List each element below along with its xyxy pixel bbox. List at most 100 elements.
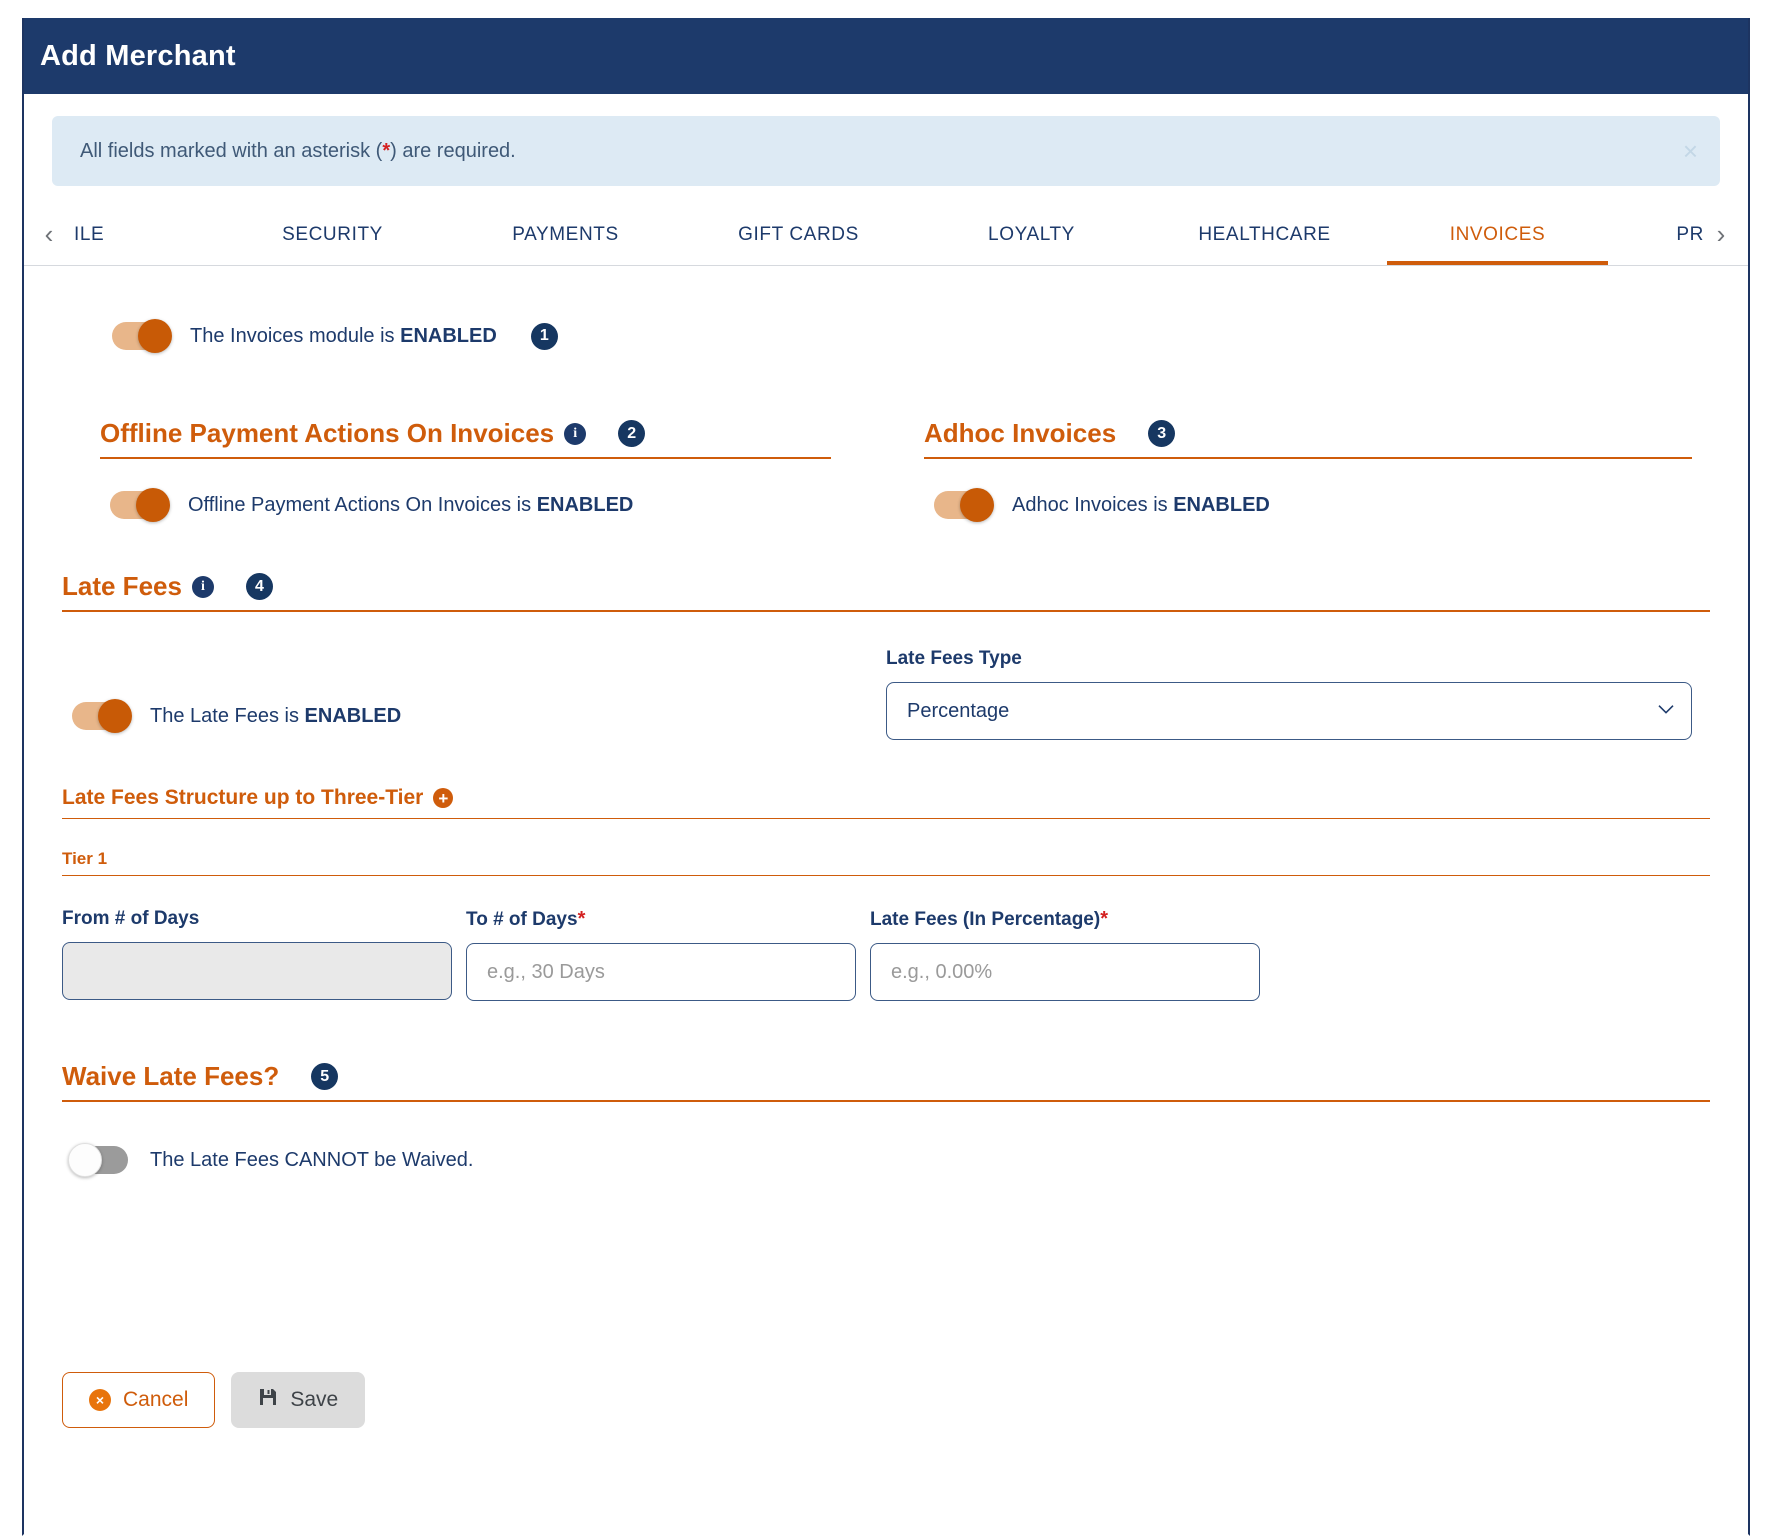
from-days-label: From # of Days [62, 908, 200, 929]
late-fees-percentage-label-text: Late Fees (In Percentage) [870, 909, 1101, 930]
toggle-knob-icon [136, 488, 170, 522]
save-button-label: Save [290, 1388, 339, 1411]
tab-ile[interactable]: ILE [66, 204, 216, 265]
step-badge-4: 4 [245, 573, 273, 600]
invoices-panel: The Invoices module is ENABLED 1 Offline… [24, 319, 1748, 1462]
adhoc-invoices-toggle-prefix: Adhoc Invoices is [1012, 493, 1174, 516]
info-icon[interactable]: i [564, 422, 587, 445]
tabs-next-arrow-icon[interactable]: › [1704, 204, 1738, 265]
offline-payments-heading: Offline Payment Actions On Invoices i 2 [100, 418, 831, 459]
late-fees-structure-heading: Late Fees Structure up to Three-Tier + [62, 786, 1710, 819]
dialog-footer: × Cancel Save [62, 1372, 366, 1428]
tab-bar: ‹ ILE SECURITY PAYMENTS GIFT CARDS LOYAL… [24, 204, 1748, 266]
offline-payments-toggle-label: Offline Payment Actions On Invoices is E… [188, 494, 633, 517]
tab-pr[interactable]: PR [1614, 204, 1704, 265]
adhoc-invoices-heading: Adhoc Invoices 3 [924, 418, 1692, 459]
cancel-button-label: Cancel [123, 1388, 189, 1411]
waive-late-fees-toggle-label: The Late Fees CANNOT be Waived. [150, 1148, 474, 1171]
tabs-prev-arrow-icon[interactable]: ‹ [32, 204, 66, 265]
late-fees-type-col: Late Fees Type Percentage [886, 648, 1710, 740]
late-fees-percentage-field: Late Fees (In Percentage)* [870, 908, 1260, 1001]
page-title: Add Merchant [40, 39, 236, 72]
tab-loyalty[interactable]: LOYALTY [915, 204, 1148, 265]
step-badge-3: 3 [1148, 420, 1176, 447]
waive-late-fees-toggle[interactable] [68, 1143, 128, 1177]
step-badge-2: 2 [618, 420, 646, 447]
tier-1-fields-row: From # of Days To # of Days* Late Fees (… [62, 908, 1710, 1001]
tab-invoices[interactable]: INVOICES [1381, 204, 1614, 265]
save-button[interactable]: Save [231, 1372, 366, 1428]
invoices-module-toggle-state: ENABLED [400, 324, 497, 347]
late-fees-toggle-row: The Late Fees is ENABLED [72, 699, 886, 733]
to-days-label-text: To # of Days [466, 909, 578, 930]
late-fees-structure-title: Late Fees Structure up to Three-Tier [62, 786, 424, 809]
offline-payments-toggle-row: Offline Payment Actions On Invoices is E… [110, 488, 831, 522]
alert-text-after: ) are required. [390, 139, 516, 162]
offline-payments-toggle[interactable] [110, 488, 170, 522]
offline-payments-section: Offline Payment Actions On Invoices i 2 … [62, 418, 886, 522]
invoices-module-toggle-label: The Invoices module is ENABLED [190, 325, 497, 348]
floppy-disk-icon [258, 1387, 278, 1413]
add-tier-icon[interactable]: + [433, 788, 454, 808]
toggle-knob-icon [68, 1143, 102, 1177]
late-fees-type-select-wrap: Percentage [886, 682, 1692, 740]
adhoc-invoices-toggle-state: ENABLED [1173, 493, 1270, 516]
offline-payments-toggle-prefix: Offline Payment Actions On Invoices is [188, 493, 537, 516]
late-fees-section: Late Fees i 4 The Late Fees is ENABLED L… [62, 571, 1710, 1001]
to-days-input[interactable] [466, 943, 856, 1001]
adhoc-invoices-toggle[interactable] [934, 488, 994, 522]
tab-security[interactable]: SECURITY [216, 204, 449, 265]
offline-payments-title: Offline Payment Actions On Invoices [100, 418, 555, 448]
two-column-sections: Offline Payment Actions On Invoices i 2 … [62, 418, 1710, 522]
to-days-label: To # of Days* [466, 908, 856, 931]
waive-late-fees-title: Waive Late Fees? [62, 1061, 280, 1091]
adhoc-invoices-toggle-label: Adhoc Invoices is ENABLED [1012, 494, 1270, 517]
toggle-knob-icon [960, 488, 994, 522]
late-fees-controls-row: The Late Fees is ENABLED Late Fees Type … [62, 648, 1710, 740]
adhoc-invoices-title: Adhoc Invoices [924, 418, 1117, 448]
late-fees-toggle-label: The Late Fees is ENABLED [150, 705, 401, 728]
late-fees-toggle[interactable] [72, 699, 132, 733]
toggle-knob-icon [98, 699, 132, 733]
cancel-button[interactable]: × Cancel [62, 1372, 216, 1428]
tab-payments[interactable]: PAYMENTS [449, 204, 682, 265]
dialog-titlebar: Add Merchant [24, 18, 1748, 94]
invoices-module-toggle-prefix: The Invoices module is [190, 324, 401, 347]
required-asterisk-icon: * [1100, 908, 1108, 930]
alert-text-before: All fields marked with an asterisk ( [80, 139, 383, 162]
offline-payments-toggle-state: ENABLED [536, 493, 634, 516]
step-badge-5: 5 [311, 1063, 339, 1090]
info-icon[interactable]: i [191, 575, 214, 598]
from-days-field: From # of Days [62, 908, 452, 1001]
tier-1-label: Tier 1 [62, 849, 108, 868]
late-fees-title: Late Fees [62, 571, 182, 601]
tab-gift-cards[interactable]: GIFT CARDS [682, 204, 915, 265]
late-fees-type-label: Late Fees Type [886, 648, 1022, 669]
required-asterisk-icon: * [577, 908, 586, 930]
waive-late-fees-heading: Waive Late Fees? 5 [62, 1061, 1710, 1102]
late-fees-type-select[interactable]: Percentage [886, 682, 1692, 740]
late-fees-percentage-input[interactable] [870, 943, 1260, 1001]
invoices-module-toggle[interactable] [112, 319, 172, 353]
from-days-input [62, 942, 452, 1000]
alert-band: All fields marked with an asterisk (*) a… [24, 94, 1748, 186]
step-badge-1: 1 [530, 322, 558, 350]
close-icon[interactable]: × [1683, 138, 1698, 164]
waive-late-fees-section: Waive Late Fees? 5 The Late Fees CANNOT … [62, 1061, 1710, 1177]
add-merchant-dialog: Add Merchant All fields marked with an a… [22, 18, 1750, 1536]
late-fees-heading: Late Fees i 4 [62, 571, 1710, 612]
late-fees-toggle-col: The Late Fees is ENABLED [62, 699, 886, 740]
toggle-knob-icon [138, 319, 172, 353]
waive-late-fees-toggle-row: The Late Fees CANNOT be Waived. [68, 1143, 1710, 1177]
late-fees-percentage-label: Late Fees (In Percentage)* [870, 908, 1260, 931]
cancel-x-circle-icon: × [89, 1389, 111, 1411]
tab-healthcare[interactable]: HEALTHCARE [1148, 204, 1381, 265]
asterisk-icon: * [382, 139, 391, 162]
adhoc-invoices-section: Adhoc Invoices 3 Adhoc Invoices is ENABL… [886, 418, 1710, 522]
to-days-field: To # of Days* [466, 908, 856, 1001]
late-fees-toggle-state: ENABLED [304, 704, 402, 727]
alert-message: All fields marked with an asterisk (*) a… [80, 140, 516, 163]
required-fields-alert: All fields marked with an asterisk (*) a… [52, 116, 1720, 186]
tier-1-heading: Tier 1 [62, 849, 1710, 876]
adhoc-invoices-toggle-row: Adhoc Invoices is ENABLED [934, 488, 1692, 522]
